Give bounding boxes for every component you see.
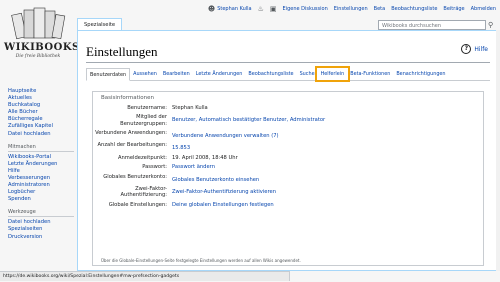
row-value-link[interactable]: Verbundene Anwendungen verwalten (7) — [172, 130, 483, 139]
personal-tools: ☻ Stephan Kulla ♨ ▣ Eigene Diskussion Ei… — [200, 3, 496, 15]
row-edit-count: Anzahl der Bearbeitungen: 15.853 — [93, 142, 483, 151]
form-rows: Benutzername: Stephan Kulla Mitglied der… — [93, 105, 483, 211]
sidebar-item[interactable]: Buchkatalog — [8, 102, 74, 109]
watchlist-link[interactable]: Beobachtungsliste — [391, 6, 437, 12]
sidebar-item[interactable]: Wikibooks-Portal — [8, 154, 74, 161]
help-link[interactable]: ? Hilfe — [461, 44, 488, 54]
row-label: Mitglied der Benutzergruppen: — [120, 114, 167, 127]
scrollbar[interactable] — [496, 30, 500, 271]
tab-benachrichtigungen[interactable]: Benachrichtigungen — [393, 68, 448, 80]
sidebar-item[interactable]: Datei hochladen — [8, 131, 74, 138]
row-label: Anzahl der Bearbeitungen: — [97, 142, 168, 149]
fieldset-legend: Basisinformationen — [101, 95, 155, 101]
row-label: Benutzername: — [127, 105, 167, 111]
preferences-tabs: Benutzerdaten Aussehen Bearbeiten Letzte… — [86, 66, 490, 82]
sidebar-item[interactable]: Administratoren — [8, 182, 74, 189]
global-account-link[interactable]: Globales Benutzerkonto einsehen — [172, 174, 483, 183]
tab-benutzerdaten[interactable]: Benutzerdaten — [86, 68, 131, 81]
basic-info-fieldset: Basisinformationen Benutzername: Stephan… — [92, 91, 484, 266]
help-icon: ? — [461, 44, 472, 54]
search-icon[interactable]: ⚲ — [488, 20, 496, 30]
talk-link[interactable]: Eigene Diskussion — [283, 6, 328, 12]
sidebar-item[interactable]: Druckversion — [8, 234, 74, 241]
sidebar-item[interactable]: Spenden — [8, 196, 74, 203]
sidebar-item[interactable]: Letzte Änderungen — [8, 161, 74, 168]
row-label: Globale Einstellungen: — [108, 201, 167, 208]
row-label: Zwei-Faktor-Authentifizierung: — [120, 185, 168, 199]
global-prefs-link[interactable]: Deine globalen Einstellungen festlegen — [172, 202, 483, 208]
row-label: Globales Benutzerkonto: — [103, 173, 167, 180]
sidebar-item[interactable]: Aktuelles — [8, 95, 74, 102]
content-area: Einstellungen ? Hilfe Benutzerdaten Auss… — [77, 30, 500, 271]
logo-tagline: Die freie Bibliothek — [15, 54, 61, 59]
sidebar-item[interactable]: Alle Bücher — [8, 109, 74, 116]
logo-wordmark: WIKIBOOKS — [4, 42, 80, 53]
user-name[interactable]: Stephan Kulla — [217, 6, 251, 12]
sidebar-werkzeuge: Werkzeuge Datei hochladen Spezialseiten … — [8, 209, 74, 240]
notices-tray-icon[interactable]: ▣ — [270, 5, 277, 13]
sidebar-item[interactable]: Zufälliges Kapitel — [8, 123, 74, 130]
row-value: Stephan Kulla — [172, 105, 208, 111]
row-two-factor: Zwei-Faktor-Authentifizierung: Zwei-Fakt… — [93, 186, 483, 198]
help-label[interactable]: Hilfe — [474, 46, 488, 53]
tab-helferlein[interactable]: Helferlein — [314, 66, 350, 82]
tab-beobachtungsliste[interactable]: Beobachtungsliste — [245, 68, 296, 80]
row-password: Passwort: Passwort ändern — [93, 164, 483, 170]
page-title: Einstellungen — [86, 44, 158, 59]
row-label: Passwort: — [142, 164, 167, 171]
row-label: Verbundene Anwendungen: — [95, 129, 167, 136]
row-global-prefs: Globale Einstellungen: Deine globalen Ei… — [93, 202, 483, 208]
status-bar-url: https://de.wikibooks.org/wiki/Spezial:Ei… — [0, 271, 290, 281]
sidebar-item[interactable]: Bücherregale — [8, 116, 74, 123]
sidebar-item[interactable]: Verbesserungen — [8, 175, 74, 182]
user-link[interactable]: ☻ Stephan Kulla — [208, 5, 252, 13]
sidebar: Hauptseite Aktuelles Buchkatalog Alle Bü… — [8, 88, 74, 247]
portal-heading: Mitmachen — [8, 144, 74, 152]
title-divider — [86, 62, 490, 63]
sidebar-item[interactable]: Logbücher — [8, 189, 74, 196]
tab-beta-funktionen[interactable]: Beta-Funktionen — [347, 68, 393, 80]
row-global-account: Globales Benutzerkonto: Globales Benutze… — [93, 174, 483, 183]
contributions-link[interactable]: Beiträge — [443, 6, 464, 12]
change-password-link[interactable]: Passwort ändern — [172, 164, 483, 170]
search-input[interactable]: Wikibooks durchsuchen — [378, 20, 486, 30]
sidebar-mitmachen: Mitmachen Wikibooks-Portal Letzte Änderu… — [8, 144, 74, 204]
row-registration: Anmeldezeitpunkt: 19. April 2008, 18:48 … — [93, 155, 483, 161]
wikibooks-logo[interactable]: WIKIBOOKS Die freie Bibliothek — [4, 6, 80, 76]
sidebar-item[interactable]: Hauptseite — [8, 88, 74, 95]
sidebar-navigation: Hauptseite Aktuelles Buchkatalog Alle Bü… — [8, 88, 74, 138]
row-value-link[interactable]: Benutzer, Automatisch bestätigter Benutz… — [172, 114, 483, 126]
row-username: Benutzername: Stephan Kulla — [93, 105, 483, 111]
sidebar-item[interactable]: Datei hochladen — [8, 219, 74, 226]
portal-heading: Werkzeuge — [8, 209, 74, 218]
row-connected-apps: Verbundene Anwendungen: Verbundene Anwen… — [93, 130, 483, 139]
beta-link[interactable]: Beta — [374, 6, 386, 12]
sidebar-item[interactable]: Spezialseiten — [8, 226, 74, 233]
preferences-link[interactable]: Einstellungen — [334, 6, 368, 12]
notifications-bell-icon[interactable]: ♨ — [258, 5, 264, 13]
sidebar-item[interactable]: Hilfe — [8, 168, 74, 175]
row-value: 19. April 2008, 18:48 Uhr — [172, 154, 238, 161]
fieldset-footnote: Über die Globale-Einstellungen-Seite fes… — [101, 258, 301, 263]
row-groups: Mitglied der Benutzergruppen: Benutzer, … — [93, 114, 483, 126]
tab-aussehen[interactable]: Aussehen — [130, 68, 160, 80]
tab-bearbeiten[interactable]: Bearbeiten — [160, 68, 193, 80]
logout-link[interactable]: Abmelden — [471, 6, 496, 12]
row-label: Anmeldezeitpunkt: — [117, 154, 167, 161]
tab-letzte-aenderungen[interactable]: Letzte Änderungen — [193, 68, 246, 80]
books-logo-icon — [11, 7, 66, 40]
two-factor-link[interactable]: Zwei-Faktor-Authentifizierung aktivieren — [172, 186, 483, 198]
row-value-link[interactable]: 15.853 — [172, 142, 483, 151]
user-icon: ☻ — [207, 5, 216, 13]
